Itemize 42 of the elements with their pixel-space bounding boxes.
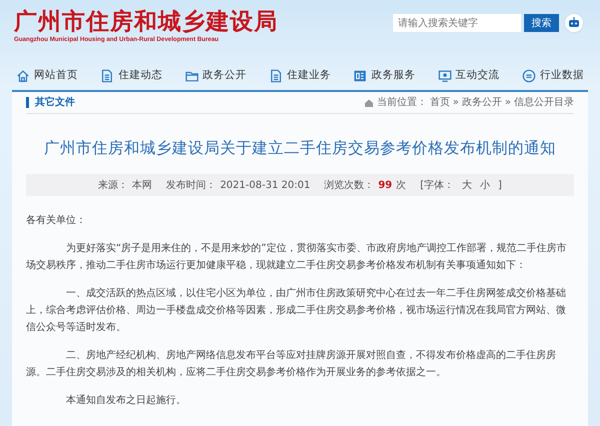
home-icon <box>364 98 374 108</box>
breadcrumb-link[interactable]: 信息公开目录 <box>514 95 574 110</box>
bracket: ] <box>498 178 502 193</box>
meta-label: 来源： <box>98 178 128 193</box>
font-small-link[interactable]: 小 <box>480 178 490 193</box>
nav-link[interactable]: 行业数据 <box>540 68 584 84</box>
paragraph: 为更好落实“房子是用来住的，不是用来炒的”定位，贯彻落实市委、市政府房地产调控工作部署，规范二手住房市场交易秩序，推动二手住房市场运行更加健康平稳，现就建立二手住房交易参考价格发布机制有关事项通知如下： <box>26 242 568 274</box>
nav-link[interactable]: 住建业务 <box>286 68 331 84</box>
nav-link[interactable]: 政务公开 <box>202 68 247 84</box>
search-field[interactable]: 请输入搜索关键字 <box>393 14 521 32</box>
breadcrumb-separator: » <box>452 96 459 110</box>
nav-link[interactable]: 住建动态 <box>118 68 162 84</box>
home-icon <box>16 69 30 83</box>
breadcrumb-separator: » <box>504 96 511 110</box>
meta-unit: 次 <box>396 178 406 193</box>
font-large-link[interactable]: 大 <box>462 178 472 193</box>
breadcrumb-link[interactable]: 政务公开 <box>462 95 502 110</box>
paragraph: 一、成交活跃的热点区域，以住宅小区为单位，由广州市住房政策研究中心在过去一年二手住房网签成交价格基础上，综合考虑评估价格、周边一手楼盘成交价格等因素，形成二手住房交易参考价格，视市场运行情况在我局官方网站、微信公众号等适时发布。 <box>26 286 567 336</box>
meta-label: 浏览次数： <box>324 178 374 193</box>
site-title: 广州市住房和城乡建设局 <box>14 10 278 33</box>
nav-link[interactable]: 网站首页 <box>34 68 78 84</box>
view-count: 99 <box>378 178 392 193</box>
meta-value: 2021-08-31 20:01 <box>220 178 310 193</box>
nav-link[interactable]: 政务服务 <box>371 68 416 84</box>
paragraph: 二、房地产经纪机构、房地产网络信息发布平台等应对挂牌房源开展对照自查，不得发布价格虚高的二手住房房源。二手住房交易涉及的相关机构，应将二手住房交易参考价格作为开展业务的参考依据之一。 <box>26 348 557 380</box>
robot-icon[interactable] <box>564 13 584 33</box>
document-icon <box>268 69 283 83</box>
font-size-label: [字体： <box>420 178 454 193</box>
section-title: 其它文件 <box>26 97 75 108</box>
monitor-icon <box>438 69 452 83</box>
folder-icon <box>184 69 199 83</box>
document-icon <box>100 69 114 83</box>
breadcrumb-label: 当前位置： <box>376 96 427 110</box>
chat-icon <box>522 69 536 83</box>
breadcrumb-link[interactable]: 首页 <box>430 95 450 110</box>
meta-value: 本网 <box>132 178 152 193</box>
nav-link[interactable]: 互动交流 <box>456 68 500 84</box>
search-button[interactable]: 搜索 <box>524 14 559 32</box>
paragraph: 本通知自发布之日起施行。 <box>65 394 187 408</box>
meta-label: 发布时间： <box>166 178 216 193</box>
paragraph: 各有关单位： <box>26 214 87 228</box>
article-title: 广州市住房和城乡建设局关于建立二手住房交易参考价格发布机制的通知 <box>43 138 557 159</box>
